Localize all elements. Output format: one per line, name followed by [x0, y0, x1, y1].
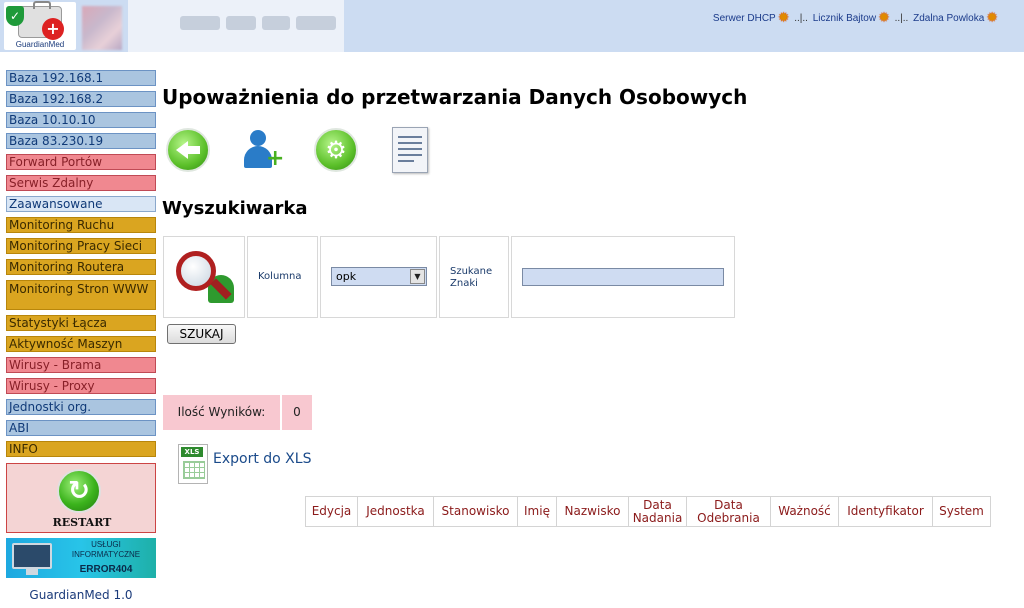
results-count-label: Ilość Wyników: — [163, 395, 280, 430]
sidebar-item-zaawansowane[interactable]: Zaawansowane — [6, 196, 156, 212]
restart-icon: ↻ — [57, 469, 101, 513]
col-header-edycja[interactable]: Edycja — [305, 496, 358, 527]
sidebar-nav: Baza 192.168.1 Baza 192.168.2 Baza 10.10… — [6, 70, 156, 462]
shield-check-icon: ✓ — [6, 6, 24, 26]
column-label-cell: Kolumna — [247, 236, 318, 318]
sidebar-item-serwis-zdalny[interactable]: Serwis Zdalny — [6, 175, 156, 191]
col-header-data-odebrania[interactable]: Data Odebrania — [686, 496, 771, 527]
col-header-jednostka[interactable]: Jednostka — [357, 496, 434, 527]
back-arrow-icon[interactable] — [166, 128, 210, 172]
sun-icon: ✹ — [986, 9, 998, 25]
sidebar-item-monitoring-ruchu[interactable]: Monitoring Ruchu — [6, 217, 156, 233]
sidebar-item-baza-83-230-19[interactable]: Baza 83.230.19 — [6, 133, 156, 149]
sidebar-item-monitoring-pracy-sieci[interactable]: Monitoring Pracy Sieci — [6, 238, 156, 254]
sidebar-item-wirusy-brama[interactable]: Wirusy - Brama — [6, 357, 156, 373]
link-separator: ..|.. — [894, 13, 909, 24]
sidebar-item-monitoring-routera[interactable]: Monitoring Routera — [6, 259, 156, 275]
col-header-data-nadania[interactable]: Data Nadania — [628, 496, 687, 527]
app-version: GuardianMed 1.0 — [29, 588, 133, 602]
blurred-header-text — [128, 0, 344, 52]
sidebar-item-forward-portow[interactable]: Forward Portów — [6, 154, 156, 170]
red-cross-icon: + — [42, 18, 64, 40]
banner-title: ERROR404 — [79, 564, 133, 575]
sidebar-item-aktywnosc-maszyn[interactable]: Aktywność Maszyn — [6, 336, 156, 352]
logo-text: GuardianMed — [15, 40, 65, 49]
link-licznik-bajtow[interactable]: Licznik Bajtow — [813, 13, 876, 24]
magnifier-icon — [176, 251, 216, 291]
header-links: Serwer DHCP ✹ ..|.. Licznik Bajtow ✹ ..|..… — [713, 9, 998, 25]
column-select-cell: opk ▼ — [320, 236, 437, 318]
sidebar-item-info[interactable]: INFO — [6, 441, 156, 457]
sidebar-item-baza-192-168-2[interactable]: Baza 192.168.2 — [6, 91, 156, 107]
table-header-row: Edycja Jednostka Stanowisko Imię Nazwisk… — [305, 496, 991, 527]
link-serwer-dhcp[interactable]: Serwer DHCP — [713, 13, 776, 24]
banner-subtitle: USŁUGI INFORMATYCZNE — [71, 540, 141, 559]
col-header-stanowisko[interactable]: Stanowisko — [433, 496, 518, 527]
search-label-cell: Szukane Znaki — [439, 236, 509, 318]
search-button[interactable]: SZUKAJ — [167, 324, 236, 344]
search-section-title: Wyszukiwarka — [162, 198, 308, 219]
blurred-image — [82, 6, 122, 50]
sidebar-item-abi[interactable]: ABI — [6, 420, 156, 436]
sidebar-item-statystyki-lacza[interactable]: Statystyki Łącza — [6, 315, 156, 331]
sun-icon: ✹ — [777, 9, 790, 25]
column-label: Kolumna — [258, 271, 302, 282]
search-chars-label: Szukane Znaki — [450, 266, 493, 289]
results-count-value: 0 — [282, 395, 312, 430]
col-header-identyfikator[interactable]: Identyfikator — [838, 496, 933, 527]
restart-button[interactable]: ↻ RESTART — [6, 463, 156, 533]
col-header-nazwisko[interactable]: Nazwisko — [556, 496, 629, 527]
document-icon[interactable] — [392, 127, 428, 173]
column-select-value: opk — [336, 270, 357, 283]
search-input[interactable] — [522, 268, 724, 286]
chevron-down-icon: ▼ — [410, 269, 425, 284]
search-box-icon-cell — [163, 236, 245, 318]
monitor-icon — [12, 543, 52, 575]
col-header-waznosc[interactable]: Ważność — [770, 496, 839, 527]
sidebar-item-monitoring-stron-www[interactable]: Monitoring Stron WWW — [6, 280, 156, 310]
xls-tag: XLS — [181, 447, 203, 457]
sun-icon: ✹ — [878, 9, 890, 25]
col-header-imie[interactable]: Imię — [517, 496, 557, 527]
results-table: Edycja Jednostka Stanowisko Imię Nazwisk… — [305, 496, 991, 527]
sidebar-item-wirusy-proxy[interactable]: Wirusy - Proxy — [6, 378, 156, 394]
sidebar-item-baza-10-10-10[interactable]: Baza 10.10.10 — [6, 112, 156, 128]
page-title: Upoważnienia do przetwarzania Danych Oso… — [162, 85, 748, 109]
search-input-cell — [511, 236, 735, 318]
column-select[interactable]: opk ▼ — [331, 267, 427, 286]
link-zdalna-powloka[interactable]: Zdalna Powloka — [913, 13, 984, 24]
sidebar-item-baza-192-168-1[interactable]: Baza 192.168.1 — [6, 70, 156, 86]
add-user-icon[interactable]: + — [242, 128, 286, 172]
xls-file-icon[interactable]: XLS — [178, 444, 208, 484]
guardianmed-logo[interactable]: ✓ + GuardianMed — [4, 1, 76, 50]
settings-gear-icon[interactable]: ⚙ — [314, 128, 358, 172]
sidebar-item-jednostki-org[interactable]: Jednostki org. — [6, 399, 156, 415]
error404-banner[interactable]: USŁUGI INFORMATYCZNE ERROR404 — [6, 538, 156, 578]
top-header: ✓ + GuardianMed Serwer DHCP ✹ ..|.. Liczn… — [0, 0, 1024, 52]
export-xls-link[interactable]: Export do XLS — [213, 451, 311, 467]
link-separator: ..|.. — [794, 13, 808, 24]
col-header-system[interactable]: System — [932, 496, 991, 527]
restart-label: RESTART — [52, 516, 112, 529]
